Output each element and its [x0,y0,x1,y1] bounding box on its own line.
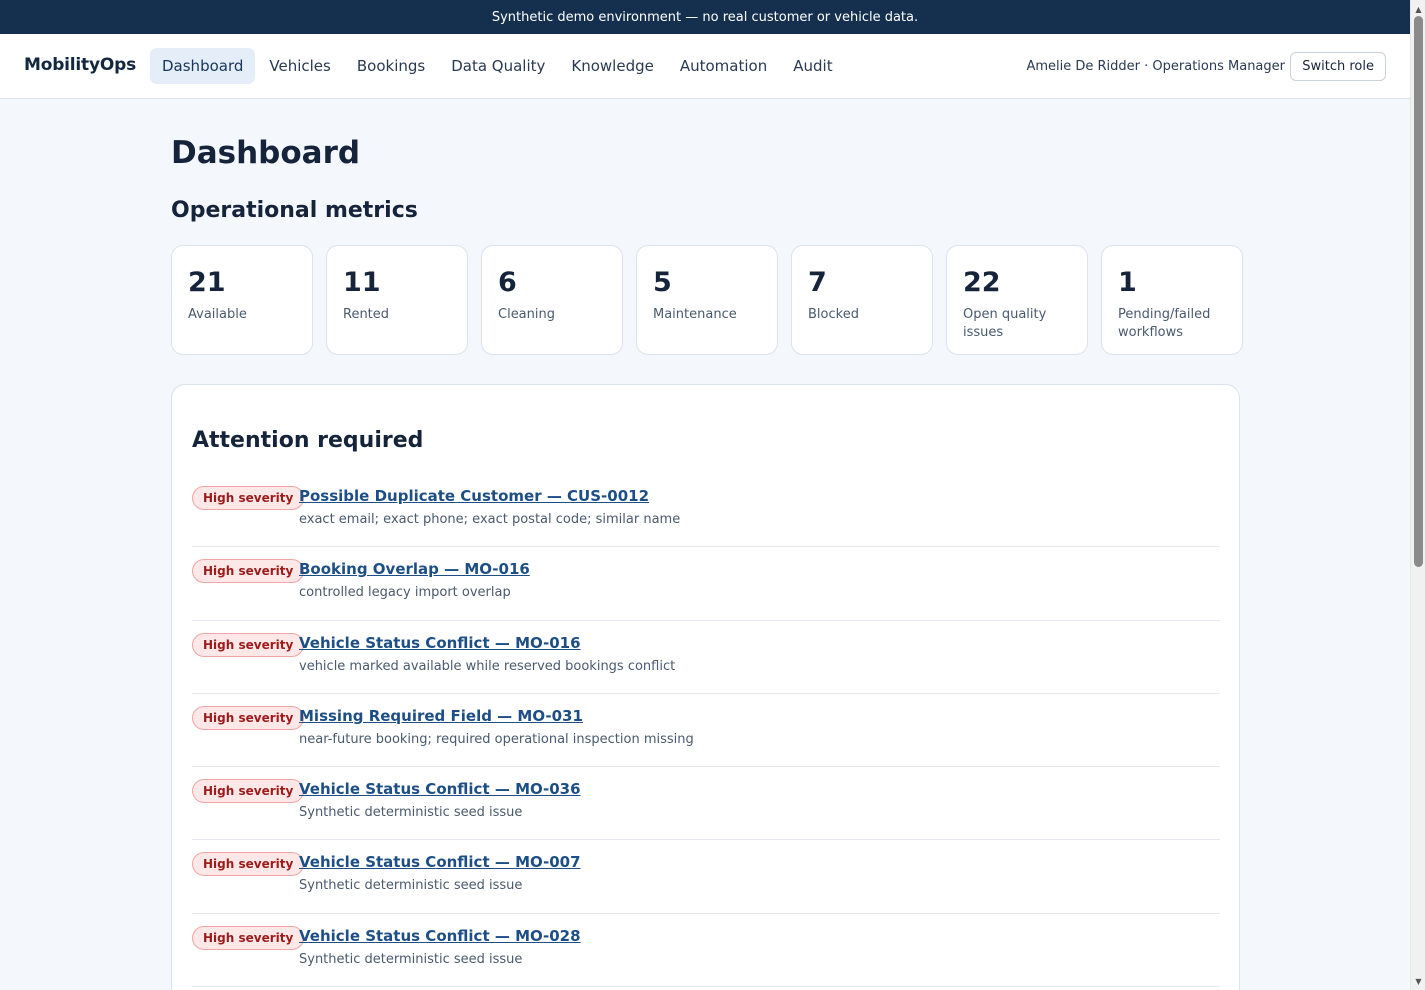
issue-description: exact email; exact phone; exact postal c… [299,512,681,527]
attention-list: High severity Possible Duplicate Custome… [192,474,1220,988]
issue-description: controlled legacy import overlap [299,585,511,601]
metric-value: 7 [808,267,827,298]
scroll-down-arrow-icon[interactable]: ▼ [1411,974,1425,988]
issue-link[interactable]: Vehicle Status Conflict — MO-007 [299,853,581,871]
demo-banner: Synthetic demo environment — no real cus… [0,0,1410,34]
metric-label: Maintenance [653,307,737,322]
issue-link[interactable]: Vehicle Status Conflict — MO-036 [299,780,581,798]
tab-bookings[interactable]: Bookings [345,48,437,84]
switch-role-button[interactable]: Switch role [1290,52,1386,81]
severity-badge: High severity [192,559,305,584]
issue-link[interactable]: Possible Duplicate Customer — CUS-0012 [299,487,649,505]
page-scrollbar[interactable]: ▲ ▼ [1410,0,1425,990]
list-item: High severity Possible Duplicate Custome… [192,474,1220,548]
issue-description: Synthetic deterministic seed issue [299,878,523,894]
list-item: High severity Booking Overlap — MO-016 c… [192,547,1220,621]
metric-value: 6 [498,267,517,298]
scrollbar-thumb[interactable] [1414,16,1423,567]
issue-description: vehicle marked available while reserved … [299,658,676,674]
issue-description: near-future booking; required operationa… [299,731,694,747]
metric-value: 1 [1118,267,1137,298]
severity-badge: High severity [192,705,305,730]
issue-description: Synthetic deterministic seed issue [299,951,523,967]
nav-tabs: Dashboard Vehicles Bookings Data Quality… [150,48,845,84]
metric-value: 11 [343,267,381,298]
metric-label: Available [188,307,247,322]
page: Synthetic demo environment — no real cus… [0,0,1425,990]
metrics-grid: 21 Available 11 Rented 6 Cleaning 5 Main… [171,245,1243,355]
metrics-section-title: Operational metrics [171,198,418,223]
metric-value: 5 [653,267,672,298]
tab-audit[interactable]: Audit [781,48,844,84]
tab-data-quality[interactable]: Data Quality [439,48,557,84]
issue-link[interactable]: Vehicle Status Conflict — MO-028 [299,927,581,945]
attention-panel: Attention required High severity Possibl… [171,384,1240,990]
metric-card-cleaning: 6 Cleaning [481,245,623,355]
severity-badge: High severity [192,852,305,877]
severity-badge: High severity [192,632,305,657]
issue-link[interactable]: Vehicle Status Conflict — MO-016 [299,634,581,652]
tab-vehicles[interactable]: Vehicles [257,48,342,84]
metric-label: Open quality issues [963,307,1047,340]
list-item: High severity Vehicle Status Conflict — … [192,767,1220,841]
list-item: High severity Vehicle Status Conflict — … [192,621,1220,694]
severity-badge: High severity [192,779,305,804]
metric-label: Pending/failed workflows [1118,307,1211,340]
metric-card-maintenance: 5 Maintenance [636,245,778,355]
metric-label: Cleaning [498,307,555,322]
demo-banner-text: Synthetic demo environment — no real cus… [491,9,919,25]
current-user-label: Amelie De Ridder · Operations Manager [1026,59,1285,74]
metric-card-available: 21 Available [171,245,313,355]
severity-badge: High severity [192,486,305,510]
top-navbar: MobilityOps Dashboard Vehicles Bookings … [0,34,1410,99]
metric-card-pending-workflows: 1 Pending/failed workflows [1101,245,1243,355]
tab-knowledge[interactable]: Knowledge [559,48,665,84]
brand-logo[interactable]: MobilityOps [24,55,136,75]
tab-automation[interactable]: Automation [668,48,779,84]
page-title: Dashboard [171,135,361,171]
metric-value: 21 [188,267,226,298]
scroll-up-arrow-icon[interactable]: ▲ [1411,2,1425,16]
metric-label: Blocked [808,307,859,322]
metric-value: 22 [963,267,1001,298]
list-item: High severity Vehicle Status Conflict — … [192,914,1220,988]
tab-dashboard[interactable]: Dashboard [150,48,256,84]
issue-link[interactable]: Missing Required Field — MO-031 [299,707,583,725]
metric-label: Rented [343,307,390,322]
metric-card-open-quality-issues: 22 Open quality issues [946,245,1088,355]
attention-title: Attention required [192,428,424,453]
metric-card-blocked: 7 Blocked [791,245,933,355]
issue-description: Synthetic deterministic seed issue [299,805,523,821]
metric-card-rented: 11 Rented [326,245,468,355]
severity-badge: High severity [192,925,305,950]
list-item: High severity Vehicle Status Conflict — … [192,840,1220,914]
list-item: High severity Missing Required Field — M… [192,694,1220,768]
issue-link[interactable]: Booking Overlap — MO-016 [299,560,530,578]
